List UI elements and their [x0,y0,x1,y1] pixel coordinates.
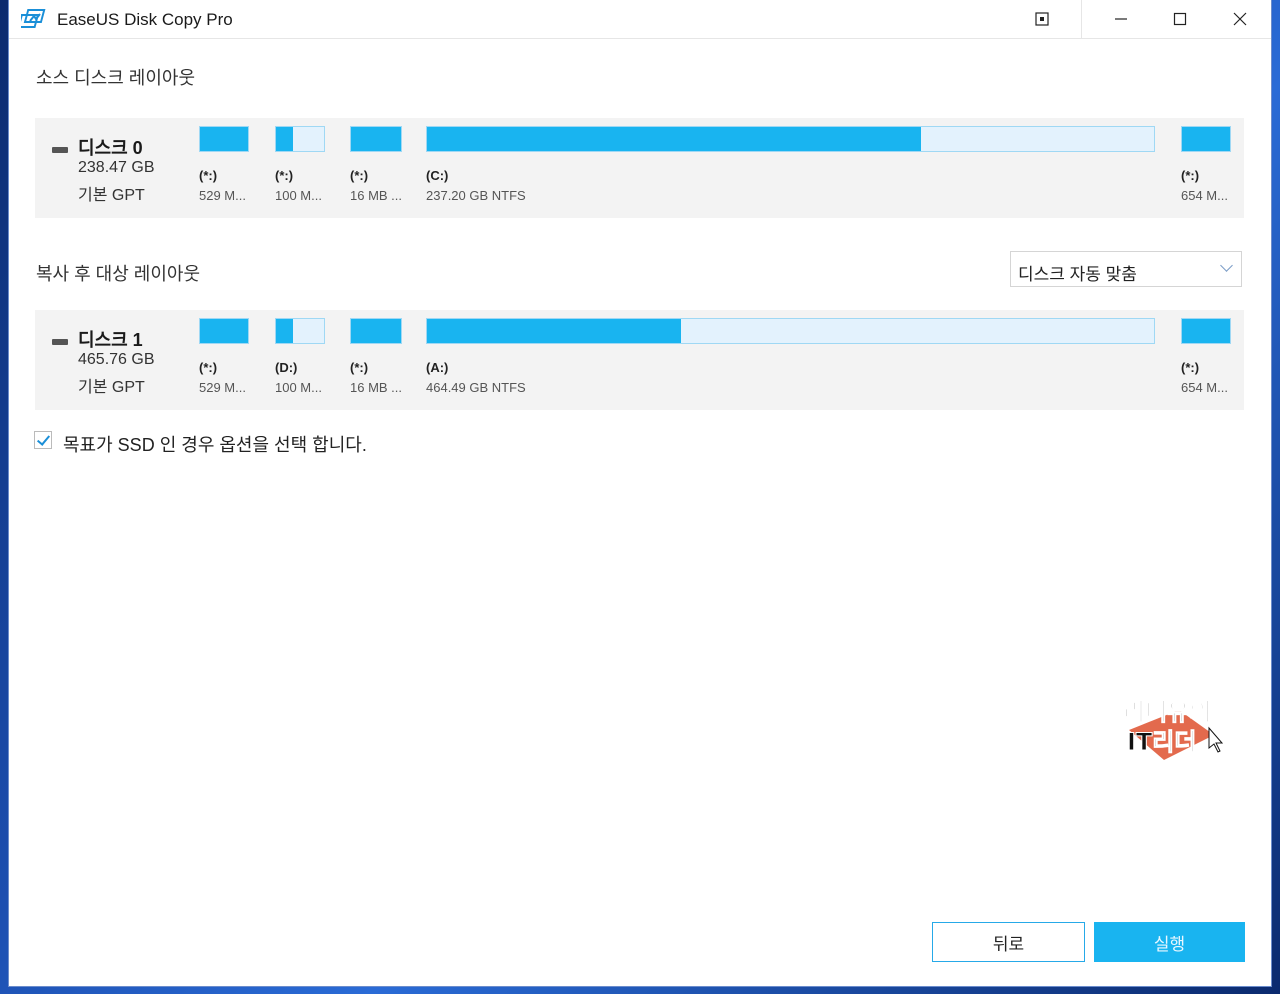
partition-usage-fill [351,319,401,343]
partition-usage-bar [426,126,1155,152]
partition-info: 654 M... [1181,188,1228,203]
partition-letter: (A:) [426,360,449,375]
disk-drive-icon [52,147,68,153]
partition-info: 16 MB ... [350,188,403,203]
partition-usage-fill [427,319,682,343]
partition-info: 529 M... [199,188,246,203]
partition-usage-bar [1181,126,1231,152]
ssd-option-label[interactable]: 목표가 SSD 인 경우 옵션을 선택 합니다. [63,431,367,457]
minimize-button[interactable] [1098,0,1144,38]
svg-text:IT리더: IT리더 [1127,728,1196,756]
source-partition-2[interactable]: (*:) 16 MB ... [350,126,402,203]
partition-info: 100 M... [275,188,322,203]
target-disk-type: 기본 GPT [78,379,145,396]
target-disk-name: 디스크 1 [78,330,143,350]
source-layout-label: 소스 디스크 레이아웃 [36,68,196,88]
partition-usage-fill [200,319,248,343]
partition-usage-bar [426,318,1155,344]
partition-usage-bar [350,126,402,152]
source-partition-4[interactable]: (*:) 654 M... [1181,126,1231,203]
partition-usage-bar [275,126,325,152]
partition-letter: (*:) [275,168,294,183]
svg-text:리더유의: 리더유의 [1123,698,1211,726]
source-partition-3[interactable]: (C:) 237.20 GB NTFS [426,126,1155,203]
partition-usage-fill [1182,127,1230,151]
disk-fit-selected: 디스크 자동 맞춤 [1018,265,1137,284]
run-button[interactable]: 실행 [1094,922,1245,962]
app-window: EaseUS Disk Copy Pro 소스 디스크 레이아웃 디스크 0 2… [9,0,1271,986]
source-partition-1[interactable]: (*:) 100 M... [275,126,325,203]
partition-usage-fill [276,319,293,343]
source-disk-size: 238.47 GB [78,159,155,176]
app-logo-icon [21,9,46,28]
partition-letter: (*:) [199,168,218,183]
partition-info: 16 MB ... [350,380,403,395]
partition-letter: (*:) [350,168,369,183]
title-bar: EaseUS Disk Copy Pro [9,0,1271,39]
checkmark-icon [36,432,51,446]
partition-letter: (*:) [1181,168,1200,183]
partition-letter: (D:) [275,360,298,375]
partition-usage-bar [1181,318,1231,344]
partition-info: 100 M... [275,380,322,395]
partition-usage-bar [275,318,325,344]
close-button[interactable] [1217,0,1263,38]
disk-fit-dropdown[interactable]: 디스크 자동 맞춤 [1010,251,1242,287]
window-title: EaseUS Disk Copy Pro [57,10,233,29]
back-button[interactable]: 뒤로 [932,922,1085,962]
partition-letter: (*:) [199,360,218,375]
partition-info: 237.20 GB NTFS [426,188,526,203]
partition-usage-fill [351,127,401,151]
target-partition-1[interactable]: (D:) 100 M... [275,318,325,395]
partition-letter: (*:) [1181,360,1200,375]
disk-drive-icon [52,339,68,345]
target-disk-size: 465.76 GB [78,351,155,368]
chevron-down-icon [1220,259,1233,272]
minimize-icon [1115,18,1127,20]
partition-usage-bar [199,126,249,152]
maximize-icon [1173,12,1187,26]
partition-usage-fill [427,127,922,151]
partition-info: 529 M... [199,380,246,395]
close-icon [1233,12,1247,26]
partition-usage-fill [200,127,248,151]
restore-icon [1035,12,1049,26]
restore-window-button[interactable] [1019,0,1065,38]
watermark-logo: 리더유의 IT리더 [1123,698,1224,760]
partition-letter: (*:) [350,360,369,375]
partition-usage-bar [350,318,402,344]
target-disk-panel[interactable]: 디스크 1 465.76 GB 기본 GPT (*:) 529 M... (D:) 1… [35,310,1244,410]
source-disk-panel[interactable]: 디스크 0 238.47 GB 기본 GPT (*:) 529 M... (*:) 1… [35,118,1244,218]
partition-usage-fill [276,127,293,151]
title-bar-divider [1081,0,1082,38]
target-partition-2[interactable]: (*:) 16 MB ... [350,318,402,395]
partition-usage-bar [199,318,249,344]
maximize-button[interactable] [1157,0,1203,38]
partition-info: 654 M... [1181,380,1228,395]
target-partition-4[interactable]: (*:) 654 M... [1181,318,1231,395]
partition-usage-fill [1182,319,1230,343]
target-partition-0[interactable]: (*:) 529 M... [199,318,249,395]
source-partition-0[interactable]: (*:) 529 M... [199,126,249,203]
target-partition-3[interactable]: (A:) 464.49 GB NTFS [426,318,1155,395]
target-layout-label: 복사 후 대상 레이아웃 [36,264,201,284]
source-disk-type: 기본 GPT [78,187,145,204]
partition-info: 464.49 GB NTFS [426,380,526,395]
ssd-option-checkbox[interactable] [34,431,52,449]
partition-letter: (C:) [426,168,449,183]
source-disk-name: 디스크 0 [78,138,143,158]
